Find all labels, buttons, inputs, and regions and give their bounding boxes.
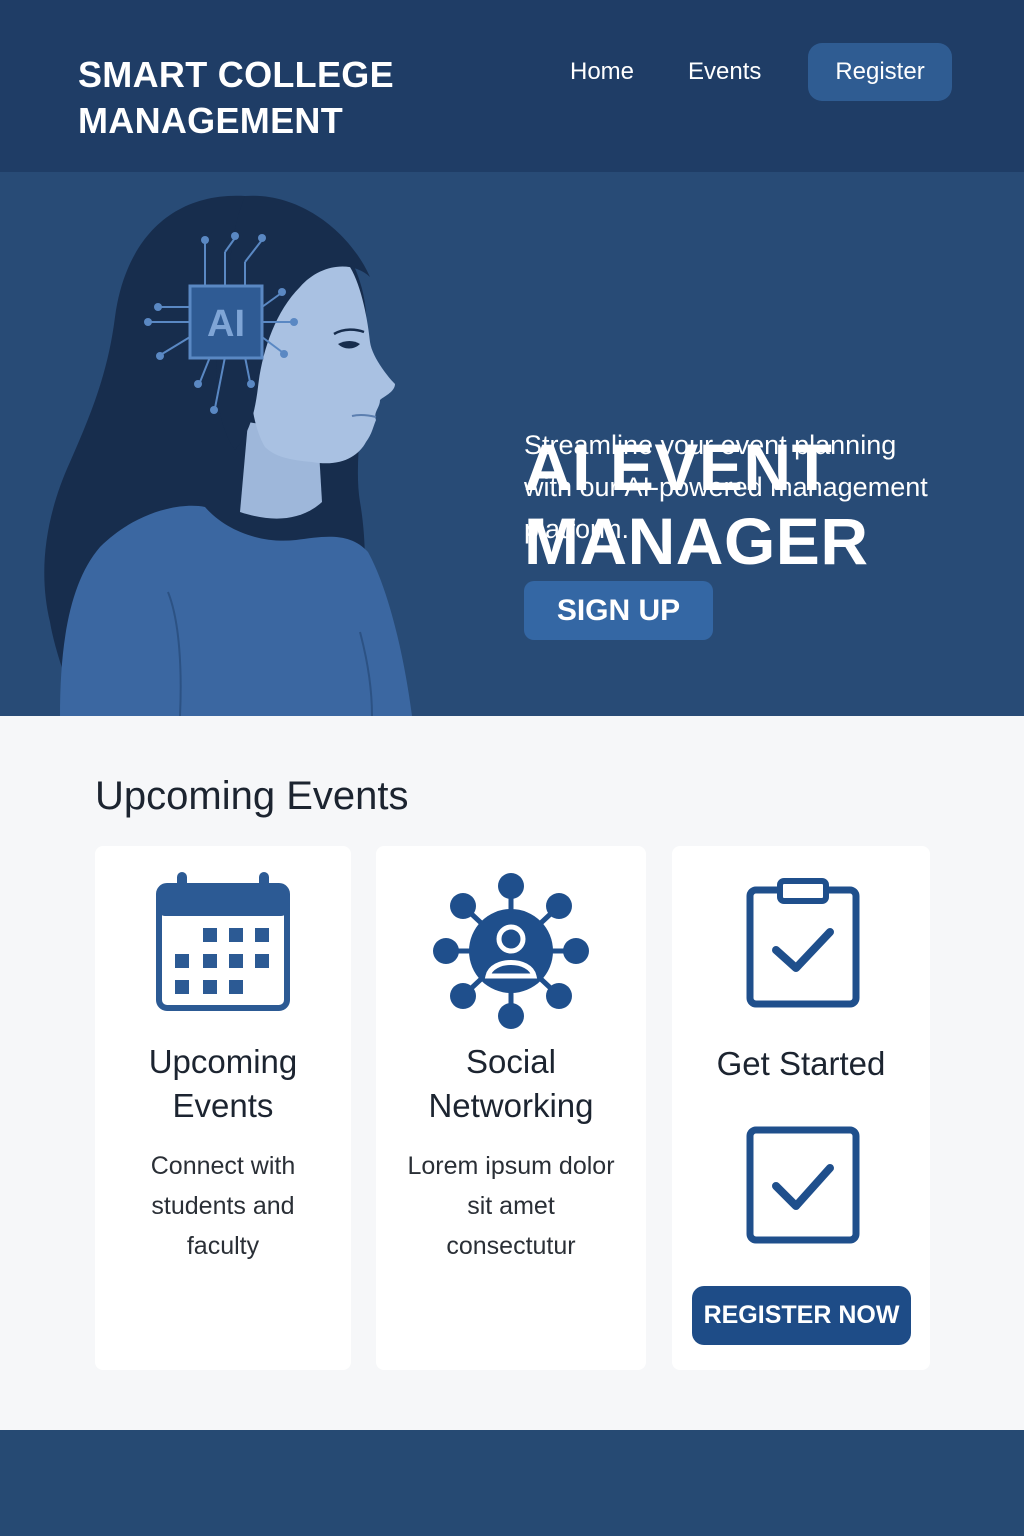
navbar: SMART COLLEGE MANAGEMENT Home Events Reg… — [0, 0, 1024, 172]
brand-line-2: MANAGEMENT — [78, 100, 343, 141]
card-description: Connect with students and faculty — [95, 1146, 351, 1266]
hero-subtitle: Streamline your event planning with our … — [524, 430, 928, 544]
clipboard-check-icon — [746, 878, 860, 1008]
event-card-upcoming[interactable]: Upcoming Events Connect with students an… — [95, 846, 351, 1370]
brand-line-1: SMART COLLEGE — [78, 54, 394, 95]
card-heading: Get Started — [716, 1045, 886, 1082]
card-description-line-3: faculty — [186, 1232, 260, 1260]
checkbox-icon[interactable] — [746, 1126, 860, 1246]
brand-logo-text[interactable]: SMART COLLEGE MANAGEMENT — [78, 52, 394, 144]
network-icon — [433, 873, 589, 1029]
card-description-line-2: students and — [151, 1192, 295, 1220]
nav-events-link[interactable]: Events — [688, 56, 761, 88]
nav-home-link[interactable]: Home — [570, 56, 634, 88]
card-description-line-1: Connect with — [150, 1152, 296, 1180]
card-heading-line-2: Events — [172, 1087, 274, 1124]
card-description-line-3: consectutur — [446, 1232, 576, 1260]
register-now-button[interactable]: REGISTER NOW — [692, 1286, 911, 1345]
card-heading-line-1: Upcoming — [148, 1043, 298, 1080]
ai-chip-label: AI — [207, 303, 245, 345]
card-heading: Social Networking — [376, 1040, 646, 1128]
card-heading-line-1: Social — [466, 1043, 556, 1080]
woman-profile-illustration: AI — [44, 195, 412, 716]
card-description: Lorem ipsum dolor sit amet consectutur — [376, 1146, 646, 1266]
signup-button[interactable]: SIGN UP — [524, 581, 713, 640]
nav-register-button[interactable]: Register — [808, 43, 952, 101]
card-heading-line-2: Networking — [428, 1087, 594, 1124]
event-card-networking[interactable]: Social Networking Lorem ipsum dolor sit … — [376, 846, 646, 1370]
footer — [0, 1430, 1024, 1536]
card-heading: Upcoming Events — [95, 1040, 351, 1128]
calendar-icon — [156, 872, 290, 1011]
event-card-get-started[interactable]: Get Started REGISTER NOW — [672, 846, 930, 1370]
section-title: Upcoming Events — [95, 774, 409, 818]
card-description-line-2: sit amet — [467, 1192, 555, 1220]
card-description-line-1: Lorem ipsum dolor — [407, 1152, 615, 1180]
